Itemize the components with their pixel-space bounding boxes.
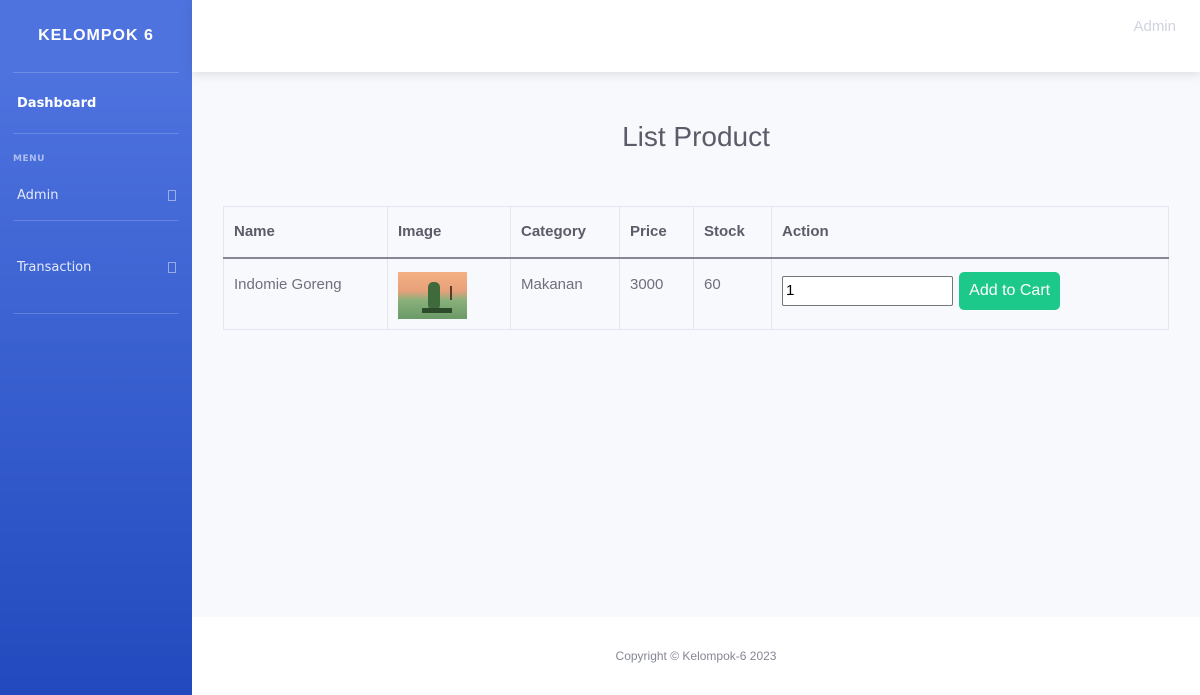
chevron-right-icon	[168, 189, 176, 201]
action-cell: Add to Cart	[771, 257, 1169, 330]
user-name[interactable]: Admin	[1133, 18, 1176, 35]
footer: Copyright © Kelompok-6 2023	[192, 617, 1200, 695]
column-header-price: Price	[619, 206, 694, 259]
copyright-text: Copyright © Kelompok-6 2023	[615, 649, 777, 663]
column-header-image: Image	[387, 206, 511, 259]
table-header-row: Name Image Category Price Stock Action	[223, 206, 1169, 259]
sidebar-item-label: Transaction	[17, 259, 92, 275]
product-image	[398, 271, 467, 319]
sidebar-item-dashboard[interactable]: Dashboard	[0, 73, 192, 133]
page-title: List Product	[622, 121, 770, 152]
sidebar-divider	[13, 313, 179, 314]
main-content: List Product Name Image Category Price S…	[192, 72, 1200, 617]
brand-title[interactable]: KELOMPOK 6	[0, 0, 192, 72]
sidebar-item-label: Dashboard	[17, 95, 97, 111]
add-to-cart-button[interactable]: Add to Cart	[959, 271, 1061, 310]
sidebar-heading: MENU	[13, 154, 45, 164]
product-category: Makanan	[510, 257, 620, 330]
sidebar-item-label: Admin	[17, 187, 59, 203]
product-image-cell	[387, 257, 511, 330]
column-header-category: Category	[510, 206, 620, 259]
sidebar: KELOMPOK 6 Dashboard MENU Admin Transact…	[0, 0, 192, 695]
table-row: Indomie Goreng Makanan 3000 60 Add to Ca…	[223, 257, 1169, 330]
sidebar-item-admin[interactable]: Admin	[0, 170, 192, 220]
column-header-action: Action	[771, 206, 1169, 259]
product-table: Name Image Category Price Stock Action I…	[223, 206, 1169, 330]
product-stock: 60	[693, 257, 772, 330]
topbar: Admin	[192, 0, 1200, 72]
product-price: 3000	[619, 257, 694, 330]
column-header-name: Name	[223, 206, 388, 259]
chevron-right-icon	[168, 261, 176, 273]
quantity-input[interactable]	[782, 275, 953, 306]
product-name: Indomie Goreng	[223, 257, 388, 330]
sidebar-item-transaction[interactable]: Transaction	[0, 221, 192, 313]
column-header-stock: Stock	[693, 206, 772, 259]
